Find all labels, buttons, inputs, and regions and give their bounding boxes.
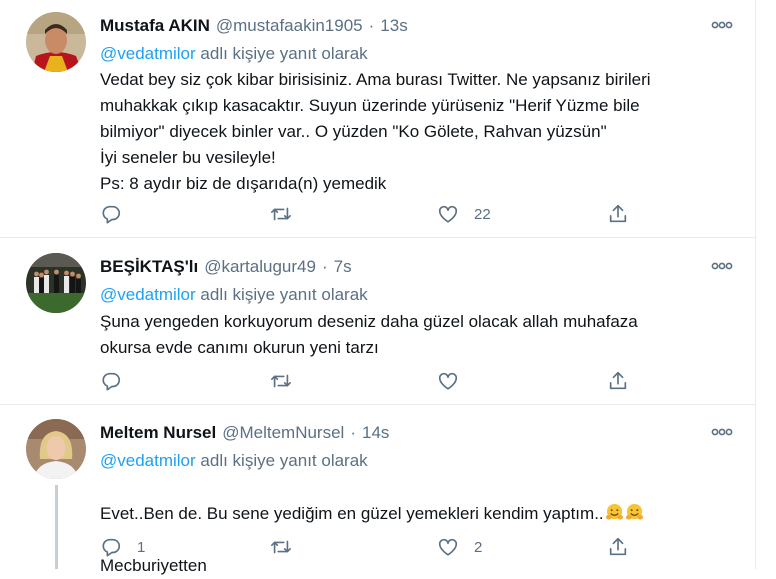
reply-button[interactable]	[100, 202, 137, 226]
like-icon	[438, 538, 458, 556]
like-count: 2	[474, 538, 483, 556]
tweet-divider	[0, 404, 755, 405]
user-handle[interactable]: @kartalugur49	[204, 257, 316, 277]
retweet-icon	[271, 374, 291, 388]
mention-link[interactable]: @vedatmilor	[100, 285, 196, 304]
user-handle[interactable]: @mustafaakin1905	[216, 16, 363, 36]
retweet-button[interactable]	[270, 535, 307, 559]
reply-icon	[102, 205, 121, 224]
reply-context-label: adlı kişiye yanıt olarak	[200, 451, 368, 470]
reply-context: @vedatmilor adlı kişiye yanıt olarak	[100, 285, 368, 305]
like-button[interactable]	[437, 369, 474, 393]
tweet[interactable]: BEŞİKTAŞ'lı @kartalugur49 · 7s @vedatmil…	[0, 253, 755, 403]
tweet[interactable]: Mustafa AKIN @mustafaakin1905 · 13s @ved…	[0, 12, 755, 236]
tweet-divider	[0, 237, 755, 238]
like-icon	[438, 205, 458, 223]
avatar[interactable]	[26, 419, 86, 479]
reply-icon	[102, 538, 121, 557]
share-icon	[609, 371, 627, 390]
reply-button[interactable]: 1	[100, 535, 145, 559]
timeline-border	[755, 0, 756, 569]
tweet-text: Evet..Ben de. Bu sene yediğim en güzel y…	[100, 475, 730, 579]
tweet-actions	[100, 369, 740, 393]
share-icon	[609, 537, 627, 556]
more-button[interactable]	[709, 14, 735, 36]
tweet-actions: 22	[100, 202, 740, 226]
reply-button[interactable]	[100, 369, 137, 393]
tweet-header: Meltem Nursel @MeltemNursel · 14s	[100, 421, 389, 445]
display-name[interactable]: BEŞİKTAŞ'lı	[100, 257, 198, 277]
reply-count: 1	[137, 538, 146, 556]
reply-icon	[102, 372, 121, 391]
retweet-button[interactable]	[270, 202, 307, 226]
more-icon	[711, 21, 733, 29]
hugging-face-emoji	[625, 503, 644, 522]
mention-link[interactable]: @vedatmilor	[100, 451, 196, 470]
more-icon	[711, 262, 733, 270]
display-name[interactable]: Mustafa AKIN	[100, 16, 210, 36]
avatar[interactable]	[26, 12, 86, 72]
tweet-text: Şuna yengeden korkuyorum deseniz daha gü…	[100, 312, 638, 357]
thread-line	[55, 485, 58, 569]
tweet-header: BEŞİKTAŞ'lı @kartalugur49 · 7s	[100, 255, 352, 279]
reply-context-label: adlı kişiye yanıt olarak	[200, 44, 368, 63]
display-name[interactable]: Meltem Nursel	[100, 423, 216, 443]
separator: ·	[368, 16, 375, 35]
timestamp[interactable]: 14s	[362, 423, 389, 443]
avatar[interactable]	[26, 253, 86, 313]
like-button[interactable]: 22	[437, 202, 491, 226]
separator: ·	[350, 423, 356, 442]
retweet-button[interactable]	[270, 369, 307, 393]
more-button[interactable]	[709, 421, 735, 443]
separator: ·	[321, 257, 328, 276]
hugging-face-emoji	[605, 503, 624, 522]
reply-context: @vedatmilor adlı kişiye yanıt olarak	[100, 44, 368, 64]
tweet[interactable]: Meltem Nursel @MeltemNursel · 14s @vedat…	[0, 419, 755, 575]
user-handle[interactable]: @MeltemNursel	[222, 423, 344, 443]
share-button[interactable]	[607, 369, 629, 393]
share-button[interactable]	[607, 535, 629, 559]
tweet-text-line: Evet..Ben de. Bu sene yediğim en güzel y…	[100, 504, 604, 523]
timestamp[interactable]: 7s	[334, 257, 352, 277]
like-count: 22	[474, 205, 491, 223]
tweet-header: Mustafa AKIN @mustafaakin1905 · 13s	[100, 14, 408, 38]
share-button[interactable]	[607, 202, 629, 226]
like-icon	[438, 372, 458, 390]
share-icon	[609, 204, 627, 223]
retweet-icon	[271, 207, 291, 221]
more-icon	[711, 428, 733, 436]
retweet-icon	[271, 540, 291, 554]
tweet-text: Vedat bey siz çok kibar birisisiniz. Ama…	[100, 70, 651, 193]
more-button[interactable]	[709, 255, 735, 277]
like-button[interactable]: 2	[437, 535, 482, 559]
reply-context: @vedatmilor adlı kişiye yanıt olarak	[100, 451, 368, 471]
timestamp[interactable]: 13s	[380, 16, 407, 36]
mention-link[interactable]: @vedatmilor	[100, 44, 196, 63]
reply-context-label: adlı kişiye yanıt olarak	[200, 285, 368, 304]
tweet-actions: 1 2	[100, 535, 740, 559]
